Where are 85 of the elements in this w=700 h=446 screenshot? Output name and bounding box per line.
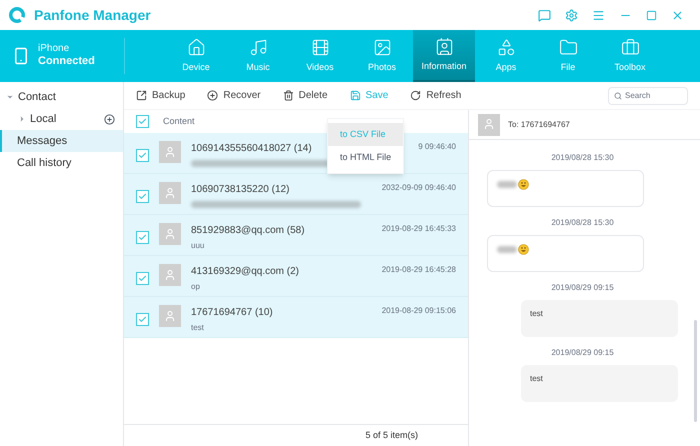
smiley-icon bbox=[518, 244, 529, 255]
device-name: iPhone bbox=[38, 42, 70, 56]
message-time: 2019/08/28 15:30 bbox=[550, 217, 615, 229]
settings-icon[interactable] bbox=[565, 8, 578, 22]
message-time: 2019/08/28 15:30 bbox=[550, 152, 615, 164]
music-note-icon bbox=[248, 38, 268, 57]
check-icon bbox=[138, 233, 147, 242]
avatar-icon bbox=[478, 114, 500, 136]
menu-item[interactable]: to HTML File bbox=[328, 146, 403, 169]
avatar-icon bbox=[159, 141, 181, 163]
scrollbar[interactable] bbox=[694, 320, 697, 422]
window-title: Panfone Manager bbox=[34, 6, 151, 25]
shapes-icon bbox=[496, 38, 516, 57]
checkbox[interactable] bbox=[136, 272, 149, 285]
toolbar-button[interactable]: Backup bbox=[136, 88, 186, 103]
image-icon bbox=[372, 38, 392, 57]
message-preview: test bbox=[191, 322, 205, 334]
avatar-icon bbox=[159, 223, 181, 245]
plus-circle-icon bbox=[207, 90, 218, 101]
toolbar-button[interactable]: Recover bbox=[207, 88, 261, 103]
sidebar-item[interactable]: Messages bbox=[0, 130, 123, 152]
checkbox[interactable] bbox=[136, 231, 149, 244]
message-date: 2019-08-29 16:45:33 bbox=[382, 223, 456, 235]
message-row[interactable]: 17671694767 (10) test 2019-08-29 09:15:06 bbox=[124, 297, 468, 338]
save-icon bbox=[350, 90, 361, 101]
toolbar-button[interactable]: Refresh bbox=[410, 88, 462, 103]
sender-name: 851929883@qq.com (58) bbox=[191, 224, 306, 238]
menu-icon[interactable] bbox=[592, 8, 605, 22]
checkbox[interactable] bbox=[136, 190, 149, 203]
check-icon bbox=[138, 192, 147, 201]
message-date: 9 09:46:40 bbox=[418, 141, 456, 153]
avatar-icon bbox=[159, 264, 181, 286]
sender-name: 10690738135220 (12) bbox=[191, 183, 290, 197]
sender-name: 106914355560418027 (14) bbox=[191, 142, 313, 156]
close-icon[interactable] bbox=[671, 8, 684, 22]
sender-name: 17671694767 (10) bbox=[191, 306, 274, 320]
check-icon bbox=[138, 274, 147, 283]
caret-icon bbox=[6, 93, 14, 101]
refresh-icon bbox=[410, 90, 422, 101]
message-row[interactable]: 10690738135220 (12) 2032-09-09 09:46:40 bbox=[124, 174, 468, 215]
message-text: test bbox=[530, 308, 543, 320]
trash-icon bbox=[282, 90, 294, 101]
item-count: 5 of 5 item(s) bbox=[365, 428, 418, 442]
smiley-icon bbox=[518, 179, 529, 190]
checkbox[interactable] bbox=[136, 313, 149, 326]
search-icon bbox=[614, 92, 622, 100]
check-icon bbox=[138, 117, 147, 126]
message-time: 2019/08/29 09:15 bbox=[550, 282, 615, 294]
toolbar-button[interactable]: Delete bbox=[282, 88, 328, 103]
phone-icon bbox=[12, 47, 30, 65]
add-icon[interactable] bbox=[104, 114, 115, 124]
avatar-icon bbox=[159, 305, 181, 327]
message-date: 2019-08-29 16:45:28 bbox=[382, 264, 456, 276]
checkbox[interactable] bbox=[136, 149, 149, 162]
feedback-icon[interactable] bbox=[538, 8, 551, 22]
checkbox[interactable] bbox=[136, 115, 149, 128]
message-preview: op bbox=[191, 281, 201, 293]
column-header: Content bbox=[163, 114, 195, 128]
device-status: Connected bbox=[38, 55, 95, 70]
recipient-label: To: 17671694767 bbox=[508, 118, 570, 130]
sidebar-item[interactable]: Call history bbox=[0, 152, 123, 174]
sidebar-item[interactable]: Local bbox=[0, 108, 123, 130]
maximize-icon[interactable] bbox=[646, 10, 657, 20]
sidebar-item[interactable]: Contact bbox=[0, 86, 123, 108]
film-icon bbox=[310, 38, 330, 57]
search-field[interactable]: Search bbox=[608, 86, 688, 104]
avatar-icon bbox=[159, 182, 181, 204]
message-date: 2019-08-29 09:15:06 bbox=[382, 305, 456, 317]
message-date: 2032-09-09 09:46:40 bbox=[382, 182, 456, 194]
export-icon bbox=[136, 90, 147, 101]
caret-icon bbox=[18, 115, 26, 123]
nav-tab[interactable]: Information bbox=[413, 30, 475, 82]
message-time: 2019/08/29 09:15 bbox=[550, 347, 615, 359]
message-row[interactable]: 413169329@qq.com (2) op 2019-08-29 16:45:28 bbox=[124, 256, 468, 297]
message-preview: uuu bbox=[191, 240, 206, 252]
app-logo-icon bbox=[8, 6, 26, 24]
sender-name: 413169329@qq.com (2) bbox=[191, 265, 300, 279]
contact-card-icon bbox=[434, 36, 454, 56]
check-icon bbox=[138, 151, 147, 160]
message-row[interactable]: 851929883@qq.com (58) uuu 2019-08-29 16:45:33 bbox=[124, 215, 468, 256]
check-icon bbox=[138, 315, 147, 324]
folder-icon bbox=[558, 38, 578, 57]
house-icon bbox=[186, 38, 206, 57]
toolbox-icon bbox=[620, 38, 640, 57]
message-text: test bbox=[530, 373, 543, 385]
